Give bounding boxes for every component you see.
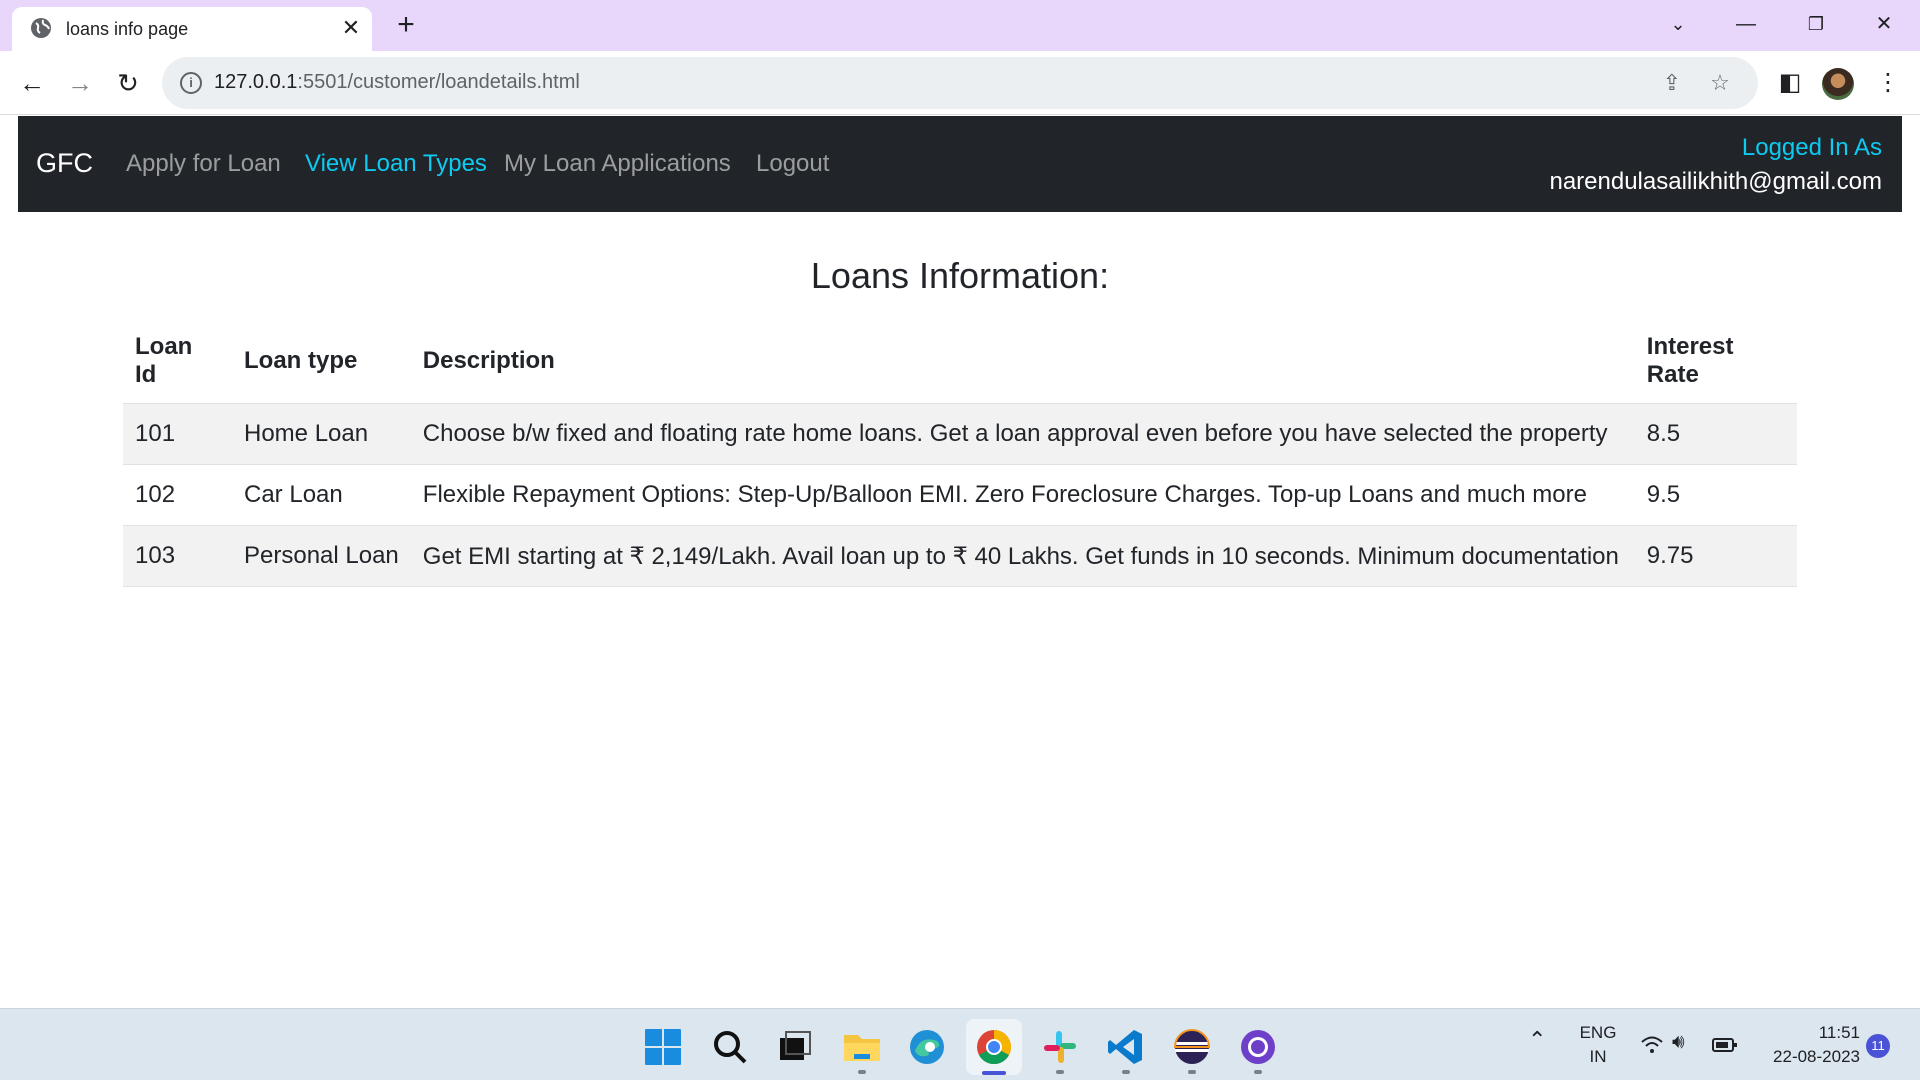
tab-search-chevron-icon[interactable]: ⌄ [1652,6,1704,42]
column-header-description: Description [410,320,1635,404]
side-panel-icon[interactable]: ◧ [1772,65,1808,101]
cell-loan-id: 103 [123,525,232,587]
column-header-loan-type: Loan type [232,320,411,404]
cell-loan-type: Personal Loan [232,525,411,587]
cell-loan-id: 101 [123,403,232,465]
share-icon[interactable]: ⇪ [1658,69,1686,97]
url-path: :5501/customer/loandetails.html [297,71,580,93]
running-indicator [1056,1070,1064,1074]
navbar-brand[interactable]: GFC [36,148,93,179]
running-indicator [858,1070,866,1074]
vscode-icon[interactable] [1106,1027,1146,1067]
url-text[interactable]: 127.0.0.1:5501/customer/loandetails.html [214,71,580,94]
nav-link-my-loan-applications[interactable]: My Loan Applications [504,150,731,178]
browser-tabstrip: loans info page ✕ + ⌄ — ❐ ✕ [0,0,1920,51]
github-desktop-icon[interactable] [1238,1027,1278,1067]
globe-icon [31,18,51,38]
clock-date[interactable]: 22-08-2023 [1740,1047,1860,1067]
minimize-icon[interactable]: — [1720,6,1772,42]
windows-start-icon[interactable] [643,1027,683,1067]
battery-icon[interactable] [1712,1037,1738,1053]
clock-time[interactable]: 11:51 [1760,1023,1860,1043]
forward-arrow-icon[interactable]: → [62,65,98,101]
running-indicator [1122,1070,1130,1074]
file-explorer-icon[interactable] [842,1027,882,1067]
notification-badge[interactable]: 11 [1866,1034,1890,1058]
tab-close-icon[interactable]: ✕ [336,13,366,43]
tray-overflow-chevron-icon[interactable]: ⌃ [1528,1027,1546,1053]
nav-link-apply-for-loan[interactable]: Apply for Loan [126,150,281,178]
table-row: 103 Personal Loan Get EMI starting at ₹ … [123,525,1797,587]
column-header-interest-rate: Interest Rate [1634,320,1797,404]
logged-in-email: narendulasailikhith@gmail.com [1549,168,1882,195]
back-arrow-icon[interactable]: ← [14,65,50,101]
edge-icon[interactable] [907,1027,947,1067]
page-title: Loans Information: [810,255,1110,296]
profile-avatar[interactable] [1822,68,1854,100]
task-view-icon[interactable] [774,1027,814,1067]
browser-toolbar: ← → ↻ i 127.0.0.1:5501/customer/loandeta… [0,51,1920,115]
cell-loan-type: Home Loan [232,403,411,465]
reload-icon[interactable]: ↻ [110,65,146,101]
cell-interest-rate: 8.5 [1634,403,1797,465]
bookmark-star-icon[interactable]: ☆ [1706,69,1734,97]
table-header-row: Loan Id Loan type Description Interest R… [123,320,1797,404]
active-indicator [982,1071,1006,1075]
cell-description: Flexible Repayment Options: Step-Up/Ball… [410,464,1635,526]
window-close-icon[interactable]: ✕ [1858,6,1910,42]
menu-kebab-icon[interactable]: ⋮ [1870,65,1906,101]
language-indicator-line1[interactable]: ENG [1578,1023,1618,1043]
url-host: 127.0.0.1 [214,71,298,93]
chrome-icon[interactable] [974,1027,1014,1067]
browser-tab[interactable]: loans info page ✕ [12,7,372,51]
eclipse-icon[interactable] [1172,1027,1212,1067]
language-indicator-line2[interactable]: IN [1578,1047,1618,1067]
app-navbar: GFC Apply for Loan View Loan Types My Lo… [18,116,1902,212]
column-header-loan-id: Loan Id [123,320,232,404]
cell-description: Get EMI starting at ₹ 2,149/Lakh. Avail … [410,525,1635,587]
running-indicator [1188,1070,1196,1074]
new-tab-icon[interactable]: + [388,8,424,44]
logged-in-label: Logged In As [1741,134,1882,161]
search-icon[interactable] [710,1027,750,1067]
table-row: 102 Car Loan Flexible Repayment Options:… [123,464,1797,526]
nav-link-view-loan-types[interactable]: View Loan Types [305,150,487,178]
address-bar[interactable]: i 127.0.0.1:5501/customer/loandetails.ht… [162,57,1758,109]
cell-interest-rate: 9.5 [1634,464,1797,526]
tab-title: loans info page [66,19,189,39]
site-info-icon[interactable]: i [180,72,202,94]
wifi-icon[interactable] [1640,1035,1664,1055]
slack-icon[interactable] [1040,1027,1080,1067]
running-indicator [1254,1070,1262,1074]
restore-icon[interactable]: ❐ [1790,6,1842,42]
nav-link-logout[interactable]: Logout [756,150,829,178]
cell-description: Choose b/w fixed and floating rate home … [410,403,1635,465]
table-row: 101 Home Loan Choose b/w fixed and float… [123,403,1797,465]
cell-loan-type: Car Loan [232,464,411,526]
volume-icon[interactable]: 🔊︎ [1672,1031,1685,1054]
cell-loan-id: 102 [123,464,232,526]
loans-table: Loan Id Loan type Description Interest R… [123,320,1797,587]
cell-interest-rate: 9.75 [1634,525,1797,587]
windows-taskbar: ⌃ ENG IN 🔊︎ 11:51 22-08-2023 [0,1008,1920,1080]
